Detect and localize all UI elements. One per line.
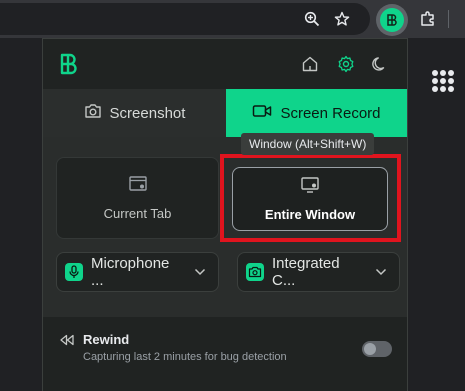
rewind-toggle[interactable] [362, 341, 392, 357]
rewind-toggle-knob [364, 343, 376, 355]
current-tab-option[interactable]: Current Tab [56, 157, 219, 239]
toolbar-divider [448, 10, 449, 28]
microphone-icon [65, 263, 83, 281]
rewind-description: Capturing last 2 minutes for bug detecti… [83, 351, 287, 363]
mode-tabs: Screenshot Screen Record [43, 89, 407, 137]
extension-popup: Screenshot Screen Record Current Tab Ent… [42, 38, 408, 391]
apps-grid-icon[interactable] [432, 70, 454, 92]
rewind-icon [59, 333, 75, 351]
zoom-icon[interactable] [299, 6, 325, 32]
browser-toolbar [0, 0, 465, 38]
rewind-section: Rewind Capturing last 2 minutes for bug … [43, 317, 407, 391]
microphone-select[interactable]: Microphone ... [56, 252, 219, 292]
webcam-icon [246, 263, 264, 281]
selection-highlight [220, 154, 401, 242]
microphone-select-label: Microphone ... [91, 255, 170, 289]
app-logo-icon [57, 52, 81, 81]
chevron-down-icon [194, 268, 206, 276]
video-icon [252, 103, 272, 123]
moon-icon[interactable] [369, 53, 391, 75]
popup-header [43, 39, 407, 89]
camera-select-label: Integrated C... [272, 255, 340, 289]
home-icon[interactable] [299, 53, 321, 75]
camera-icon [84, 103, 102, 123]
star-icon[interactable] [329, 6, 355, 32]
record-options-panel: Current Tab Entire Window Microphone ...… [43, 137, 407, 317]
extension-button[interactable] [376, 4, 408, 36]
extension-logo-icon [380, 8, 404, 32]
settings-gear-icon[interactable] [335, 53, 357, 75]
camera-select[interactable]: Integrated C... [237, 252, 400, 292]
tab-screen-record[interactable]: Screen Record [226, 89, 407, 137]
window-shortcut-tooltip: Window (Alt+Shift+W) [241, 133, 375, 155]
rewind-title: Rewind [83, 332, 130, 347]
puzzle-icon[interactable] [415, 6, 441, 32]
tab-screenshot[interactable]: Screenshot [43, 89, 226, 137]
browser-tab-icon [128, 175, 148, 196]
current-tab-label: Current Tab [103, 206, 172, 221]
tab-screenshot-label: Screenshot [109, 104, 186, 122]
chevron-down-icon [375, 268, 387, 276]
tab-screen-record-label: Screen Record [280, 104, 381, 122]
